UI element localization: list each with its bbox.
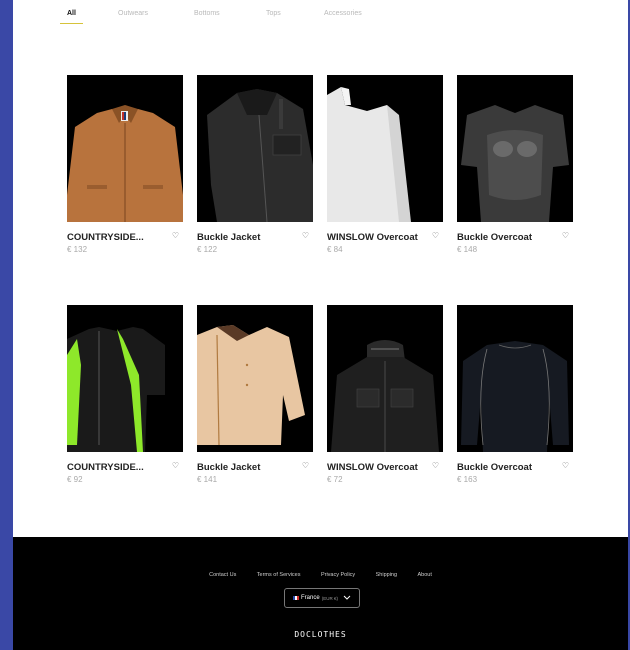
product-image[interactable] — [457, 305, 573, 452]
product-card[interactable]: WINSLOW Overcoat ♡ € 84 — [327, 75, 443, 254]
product-image[interactable] — [197, 75, 313, 222]
chevron-down-icon — [343, 595, 351, 602]
favorite-heart-icon[interactable]: ♡ — [432, 231, 439, 240]
product-card[interactable]: COUNTRYSIDE... ♡ € 132 — [67, 75, 183, 254]
product-card[interactable]: Buckle Overcoat ♡ € 163 — [457, 305, 573, 484]
product-card[interactable]: Buckle Overcoat ♡ € 148 — [457, 75, 573, 254]
product-price: € 141 — [197, 475, 218, 484]
footer-link-privacy[interactable]: Privacy Policy — [321, 572, 355, 578]
product-name[interactable]: COUNTRYSIDE... — [67, 232, 144, 243]
product-name[interactable]: Buckle Jacket — [197, 232, 260, 243]
product-price: € 163 — [457, 475, 478, 484]
product-price: € 92 — [67, 475, 83, 484]
product-name[interactable]: WINSLOW Overcoat — [327, 232, 418, 243]
product-image[interactable] — [327, 305, 443, 452]
product-price: € 132 — [67, 245, 88, 254]
product-image[interactable] — [457, 75, 573, 222]
black-tactical-jacket-image — [327, 305, 443, 452]
brand-logo: DOCLOTHES — [294, 630, 347, 639]
product-price: € 122 — [197, 245, 218, 254]
tab-bottoms[interactable]: Bottoms — [194, 10, 220, 17]
france-flag-icon — [293, 596, 300, 600]
favorite-heart-icon[interactable]: ♡ — [302, 231, 309, 240]
footer-link-about[interactable]: About — [418, 572, 432, 578]
locale-currency: (EUR €) — [321, 595, 338, 601]
favorite-heart-icon[interactable]: ♡ — [172, 231, 179, 240]
product-image[interactable] — [197, 305, 313, 452]
product-image[interactable] — [67, 305, 183, 452]
footer-link-contact[interactable]: Contact Us — [209, 572, 236, 578]
footer-link-terms[interactable]: Terms of Services — [257, 572, 301, 578]
tab-accessories[interactable]: Accessories — [324, 10, 362, 17]
product-image[interactable] — [67, 75, 183, 222]
locale-country: France — [301, 595, 320, 601]
neon-cycling-jersey-image — [67, 305, 183, 452]
product-name[interactable]: WINSLOW Overcoat — [327, 462, 418, 473]
product-card[interactable]: COUNTRYSIDE... ♡ € 92 — [67, 305, 183, 484]
favorite-heart-icon[interactable]: ♡ — [432, 461, 439, 470]
product-name[interactable]: COUNTRYSIDE... — [67, 462, 144, 473]
tab-outwears[interactable]: Outwears — [118, 10, 148, 17]
product-name[interactable]: Buckle Jacket — [197, 462, 260, 473]
product-name[interactable]: Buckle Overcoat — [457, 462, 532, 473]
favorite-heart-icon[interactable]: ♡ — [562, 231, 569, 240]
favorite-heart-icon[interactable]: ♡ — [302, 461, 309, 470]
locale-selector[interactable]: France (EUR €) — [284, 588, 360, 608]
favorite-heart-icon[interactable]: ♡ — [562, 461, 569, 470]
favorite-heart-icon[interactable]: ♡ — [172, 461, 179, 470]
black-jacket-image — [197, 75, 313, 222]
product-price: € 84 — [327, 245, 343, 254]
footer-links: Contact Us Terms of Services Privacy Pol… — [13, 563, 628, 581]
mesh-top-image — [457, 75, 573, 222]
product-price: € 72 — [327, 475, 343, 484]
footer-link-shipping[interactable]: Shipping — [376, 572, 397, 578]
product-image[interactable] — [327, 75, 443, 222]
tab-tops[interactable]: Tops — [266, 10, 281, 17]
product-card[interactable]: WINSLOW Overcoat ♡ € 72 — [327, 305, 443, 484]
tan-jacket-image — [67, 75, 183, 222]
tab-all[interactable]: All — [60, 10, 83, 24]
beige-cropped-jacket-image — [197, 305, 313, 452]
shop-page: All Outwears Bottoms Tops Accessories CO… — [13, 0, 628, 650]
white-longsleeve-image — [327, 75, 443, 222]
product-card[interactable]: Buckle Jacket ♡ € 122 — [197, 75, 313, 254]
site-footer: Contact Us Terms of Services Privacy Pol… — [13, 537, 628, 650]
product-name[interactable]: Buckle Overcoat — [457, 232, 532, 243]
product-price: € 148 — [457, 245, 478, 254]
black-compression-top-image — [457, 305, 573, 452]
product-card[interactable]: Buckle Jacket ♡ € 141 — [197, 305, 313, 484]
